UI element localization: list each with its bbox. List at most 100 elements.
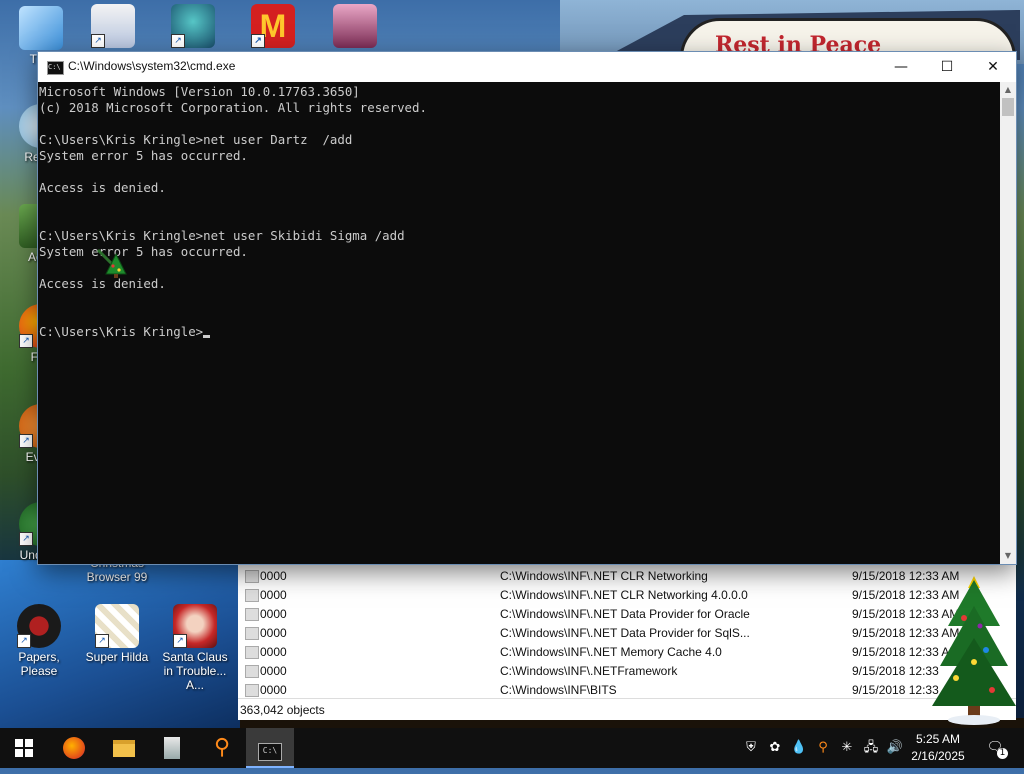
file-path: C:\Windows\INF\.NET CLR Networking 4.0.0… — [500, 588, 748, 602]
file-path: C:\Windows\INF\.NET Memory Cache 4.0 — [500, 645, 722, 659]
console-line: System error 5 has occurred. — [39, 244, 248, 259]
shortcut-arrow-icon: ↗ — [17, 634, 31, 648]
shortcut-arrow-icon: ↗ — [19, 532, 33, 546]
shortcut-arrow-icon: ↗ — [171, 34, 185, 48]
file-date: 9/15/2018 12:33 — [852, 664, 939, 678]
window-title: C:\Windows\system32\cmd.exe — [68, 59, 236, 73]
start-button[interactable] — [0, 728, 48, 768]
folder-icon — [113, 740, 135, 757]
mouse-cursor-icon — [96, 248, 127, 278]
taskbar-firefox[interactable] — [50, 728, 98, 768]
file-icon — [245, 589, 259, 602]
file-icon — [245, 646, 259, 659]
shortcut-arrow-icon: ↗ — [19, 334, 33, 348]
vertical-scrollbar[interactable]: ▲ ▼ — [1000, 82, 1016, 564]
file-list-status: 363,042 objects — [238, 698, 1016, 720]
scroll-down-icon[interactable]: ▼ — [1000, 548, 1016, 564]
shortcut-arrow-icon: ↗ — [95, 634, 109, 648]
christmas-tree-icon — [932, 576, 1016, 725]
taskbar: ⚲ C:\ ⛨ ✿ 💧 ⚲ ✳ 🖧 🔊 5:25 AM 2/16/2025 🗨 … — [0, 728, 1024, 768]
tray-app-icon[interactable]: ✿ — [766, 739, 784, 757]
file-name: 0000 — [260, 569, 287, 583]
tray-droplet-icon[interactable]: 💧 — [790, 739, 808, 757]
tray-search-icon[interactable]: ⚲ — [814, 739, 832, 757]
file-list-row[interactable]: 0000 C:\Windows\INF\.NET Data Provider f… — [238, 623, 1016, 642]
windows-logo-icon — [15, 739, 33, 757]
shortcut-arrow-icon: ↗ — [173, 634, 187, 648]
file-list-row[interactable]: 0000 C:\Windows\INF\.NET Memory Cache 4.… — [238, 642, 1016, 661]
desktop-icon-santa-sleigh[interactable] — [318, 4, 392, 50]
cmd-window[interactable]: C:\ C:\Windows\system32\cmd.exe — ☐ ✕ Mi… — [38, 52, 1016, 564]
network-icon[interactable]: 🖧 — [862, 739, 880, 757]
clock-date: 2/16/2025 — [911, 749, 965, 763]
sleigh-icon — [333, 4, 377, 48]
app-icon: ↗ — [91, 4, 135, 48]
magnifier-icon: ⚲ — [213, 735, 231, 760]
close-button[interactable]: ✕ — [970, 52, 1016, 82]
desktop-icon-papers-please[interactable]: ↗ Papers, Please — [2, 604, 76, 678]
file-path: C:\Windows\INF\.NET CLR Networking — [500, 569, 708, 583]
taskbar-cmd[interactable]: C:\ — [246, 728, 294, 768]
taskbar-clock[interactable]: 5:25 AM 2/16/2025 — [904, 731, 972, 765]
console-line: Access is denied. — [39, 180, 166, 195]
desktop-icon-label: Super Hilda — [85, 650, 149, 664]
file-path: C:\Windows\INF\BITS — [500, 683, 617, 697]
file-name: 0000 — [260, 607, 287, 621]
computer-icon — [19, 6, 63, 50]
minimize-button[interactable]: — — [878, 52, 924, 82]
file-list-row[interactable]: 0000 C:\Windows\INF\BITS 9/15/2018 12:33 — [238, 680, 1016, 699]
clock-time: 5:25 AM — [915, 732, 961, 746]
file-date: 9/15/2018 12:33 — [852, 683, 939, 697]
desktop-icon-app-1[interactable]: ↗ — [76, 4, 150, 50]
scroll-thumb[interactable] — [1002, 98, 1014, 116]
game-character-icon: ↗ — [171, 4, 215, 48]
file-list-row[interactable]: 0000 C:\Windows\INF\.NET CLR Networking … — [238, 585, 1016, 604]
desktop-icon-super-hilda[interactable]: ↗ Super Hilda — [80, 604, 154, 664]
console-line: C:\Users\Kris Kringle>net user Skibidi S… — [39, 228, 405, 243]
taskbar-file-explorer[interactable] — [100, 728, 148, 768]
file-list-row[interactable]: 0000 C:\Windows\INF\.NET Data Provider f… — [238, 604, 1016, 623]
shortcut-arrow-icon: ↗ — [251, 34, 265, 48]
shortcut-arrow-icon: ↗ — [19, 434, 33, 448]
title-bar[interactable]: C:\ C:\Windows\system32\cmd.exe — ☐ ✕ — [38, 52, 1016, 82]
desktop-icon-mcdonalds[interactable]: M ↗ — [236, 4, 310, 50]
app-icon — [164, 737, 180, 759]
file-path: C:\Windows\INF\.NETFramework — [500, 664, 678, 678]
file-icon — [245, 665, 259, 678]
mcdonalds-icon: M ↗ — [251, 4, 295, 48]
maximize-button[interactable]: ☐ — [924, 52, 970, 82]
console-line: C:\Users\Kris Kringle>net user Dartz /ad… — [39, 132, 353, 147]
console-line: Microsoft Windows [Version 10.0.17763.36… — [39, 84, 360, 99]
cmd-icon: C:\ — [258, 743, 282, 761]
file-list-window: 0000 C:\Windows\INF\.NET CLR Networking … — [238, 564, 1016, 720]
notification-badge: 1 — [997, 748, 1008, 759]
super-hilda-icon: ↗ — [95, 604, 139, 648]
text-cursor — [203, 335, 211, 338]
papers-please-icon: ↗ — [17, 604, 61, 648]
tray-security-icon[interactable]: ⛨ — [742, 739, 760, 757]
file-list-row[interactable]: 0000 C:\Windows\INF\.NET CLR Networking … — [238, 566, 1016, 585]
file-icon — [245, 684, 259, 697]
tray-snowflake-icon[interactable]: ✳ — [838, 739, 856, 757]
shortcut-arrow-icon: ↗ — [91, 34, 105, 48]
desktop-icon-label: Santa Claus in Trouble... A... — [162, 650, 228, 692]
notification-center-button[interactable]: 🗨 1 — [982, 739, 1008, 759]
file-icon — [245, 570, 259, 583]
file-list-row[interactable]: 0000 C:\Windows\INF\.NETFramework 9/15/2… — [238, 661, 1016, 680]
file-name: 0000 — [260, 664, 287, 678]
console-output[interactable]: Microsoft Windows [Version 10.0.17763.36… — [38, 82, 1000, 564]
file-icon — [245, 627, 259, 640]
desktop-icon-label: Papers, Please — [18, 650, 60, 678]
desktop-icon-app-2[interactable]: ↗ — [156, 4, 230, 50]
file-path: C:\Windows\INF\.NET Data Provider for Sq… — [500, 626, 750, 640]
cmd-icon: C:\ — [47, 61, 64, 75]
scroll-up-icon[interactable]: ▲ — [1000, 82, 1016, 98]
desktop-icon-santa-claus[interactable]: ↗ Santa Claus in Trouble... A... — [158, 604, 232, 692]
file-name: 0000 — [260, 626, 287, 640]
console-prompt: C:\Users\Kris Kringle> — [39, 324, 204, 339]
taskbar-everything[interactable]: ⚲ — [198, 728, 246, 768]
taskbar-app[interactable] — [148, 728, 196, 768]
file-path: C:\Windows\INF\.NET Data Provider for Or… — [500, 607, 750, 621]
volume-icon[interactable]: 🔊 — [886, 739, 904, 757]
file-name: 0000 — [260, 588, 287, 602]
